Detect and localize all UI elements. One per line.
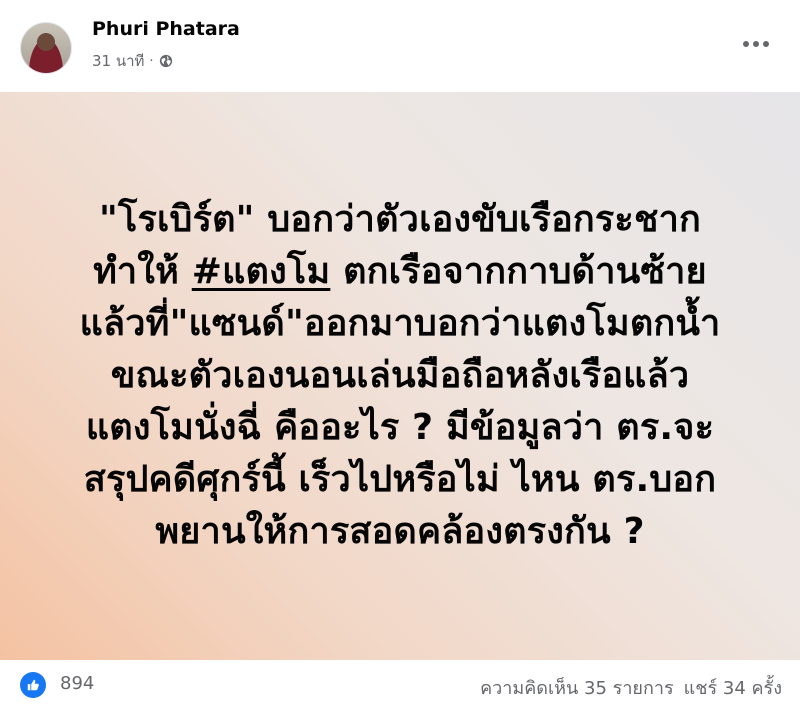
more-horizontal-icon — [743, 41, 749, 47]
post-line: สรุปคดีศุกร์นี้ เร็วไปหรือไม่ ไหน ตร.บอก — [83, 459, 717, 500]
post-line: ทำให้ #แตงโม ตกเรือจากกาบด้านซ้าย — [93, 251, 707, 292]
author-avatar[interactable] — [20, 22, 72, 74]
globe-icon[interactable] — [159, 54, 173, 68]
engagement-stats: ความคิดเห็น 35 รายการ แชร์ 34 ครั้ง — [480, 673, 782, 702]
author-name[interactable]: Phuri Phatara — [92, 18, 240, 40]
hashtag-link[interactable]: #แตงโม — [192, 251, 331, 292]
post-header: Phuri Phatara 31 นาที · — [0, 0, 800, 92]
post-line: แล้วที่"แซนด์"ออกมาบอกว่าแตงโมตกน้ำ — [79, 303, 721, 344]
post-line: ขณะตัวเองนอนเล่นมือถือหลังเรือแล้ว — [110, 355, 690, 396]
meta-separator: · — [149, 53, 154, 69]
post-meta: 31 นาที · — [92, 49, 173, 73]
thumbs-up-icon[interactable] — [20, 672, 46, 698]
post-background: "โรเบิร์ต" บอกว่าตัวเองขับเรือกระชาก ทำใ… — [0, 92, 800, 660]
share-count[interactable]: แชร์ 34 ครั้ง — [684, 673, 782, 702]
post-text: "โรเบิร์ต" บอกว่าตัวเองขับเรือกระชาก ทำใ… — [40, 194, 760, 558]
post-line: แตงโมนั่งฉี่ คืออะไร ? มีข้อมูลว่า ตร.จะ — [85, 407, 715, 448]
reaction-count[interactable]: 894 — [60, 673, 94, 694]
post-timestamp[interactable]: 31 นาที — [92, 49, 144, 73]
post-footer: 894 ความคิดเห็น 35 รายการ แชร์ 34 ครั้ง — [0, 660, 800, 728]
post-line: "โรเบิร์ต" บอกว่าตัวเองขับเรือกระชาก — [98, 199, 702, 240]
post-line: พยานให้การสอดคล้องตรงกัน ? — [155, 511, 645, 552]
more-options-button[interactable] — [736, 28, 776, 60]
comment-count[interactable]: ความคิดเห็น 35 รายการ — [480, 673, 674, 702]
